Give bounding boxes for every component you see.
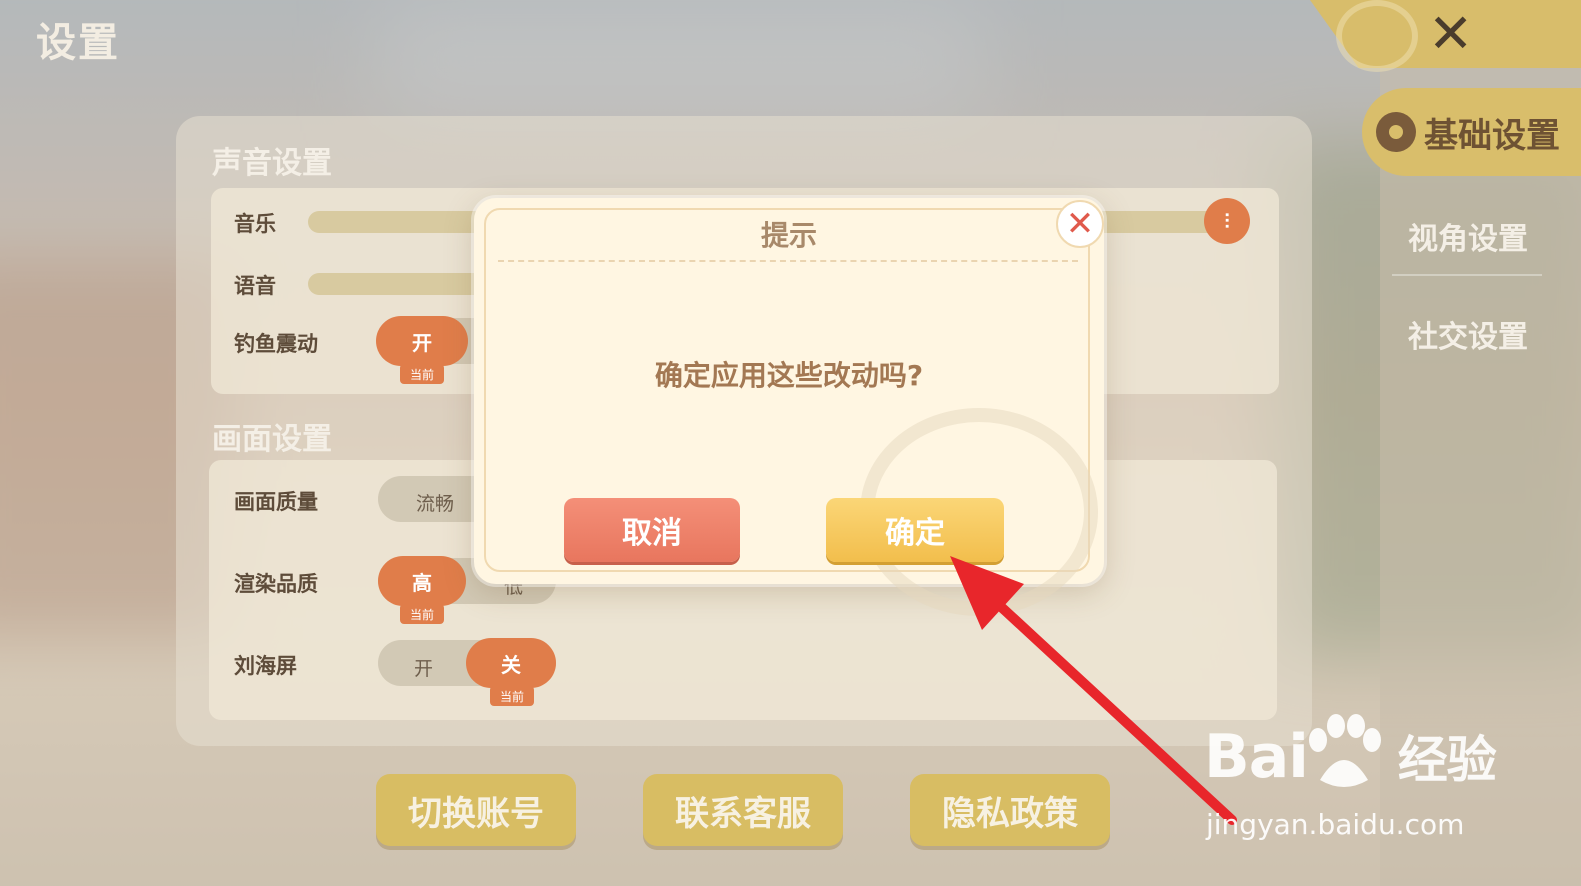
paw-icon — [1309, 714, 1381, 787]
watermark-url: jingyan.baidu.com — [1206, 808, 1465, 841]
